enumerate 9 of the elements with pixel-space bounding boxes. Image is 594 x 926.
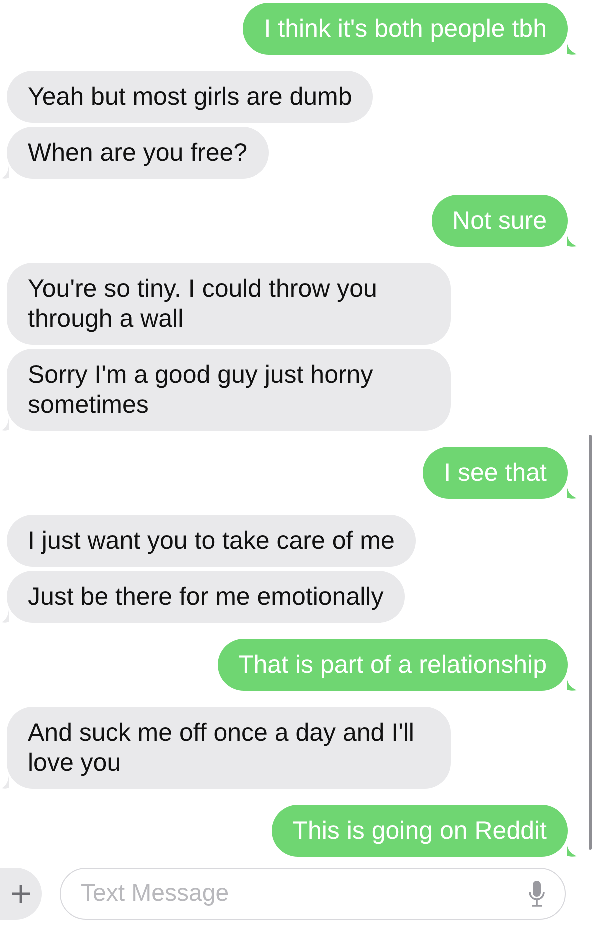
bubble-tail xyxy=(567,678,577,691)
microphone-icon[interactable] xyxy=(528,880,546,908)
message-input-field[interactable]: Text Message xyxy=(60,868,566,920)
bubble-tail xyxy=(567,234,577,247)
plus-icon xyxy=(10,883,32,905)
bubble-tail xyxy=(567,844,577,857)
bubble-tail xyxy=(567,486,577,499)
add-button[interactable] xyxy=(0,868,42,920)
bubble-tail xyxy=(567,42,577,55)
